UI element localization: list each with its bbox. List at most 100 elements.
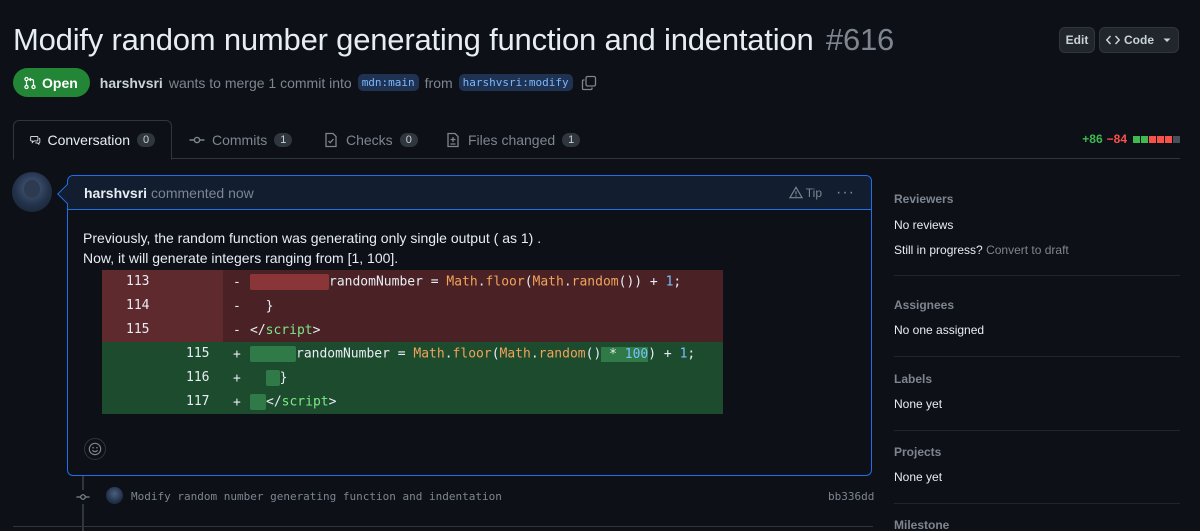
- pr-title: Modify random number generating function…: [13, 22, 814, 57]
- diffstat-block: [1133, 135, 1140, 143]
- diff-line-number: 115: [102, 318, 223, 342]
- alert-icon: [788, 186, 803, 199]
- diff-code: randomNumber = Math.floor(Math.random() …: [250, 346, 695, 362]
- tab-count: 0: [399, 133, 418, 147]
- comment-line-1: Previously, the random function was gene…: [83, 230, 542, 246]
- tip-link[interactable]: Tip: [788, 185, 823, 200]
- diff-code: </script>: [250, 322, 321, 338]
- diff-row-deleted: 113 - randomNumber = Math.floor(Math.ran…: [102, 270, 723, 294]
- projects-heading[interactable]: Projects: [894, 445, 1180, 459]
- pr-title-row: Modify random number generating function…: [13, 22, 894, 58]
- file-diff-icon: [447, 132, 459, 148]
- tab-commits[interactable]: Commits 1: [173, 120, 308, 160]
- tab-checks[interactable]: Checks 0: [307, 120, 434, 160]
- head-branch[interactable]: harshvsri:modify: [458, 74, 573, 91]
- commit-sha-link[interactable]: bb336dd: [828, 490, 874, 503]
- tab-label: Conversation: [47, 132, 131, 148]
- tip-label: Tip: [805, 185, 823, 200]
- diff-sign: -: [233, 322, 241, 338]
- convert-to-draft-link[interactable]: Convert to draft: [986, 243, 1069, 257]
- comment-header: harshvsri commented now Tip ···: [68, 176, 871, 210]
- pr-author-link[interactable]: harshvsri: [100, 75, 163, 91]
- redacted-block: [250, 346, 296, 362]
- diff-line-number: 115: [102, 342, 223, 366]
- merge-text: wants to merge 1 commit into: [168, 74, 352, 91]
- progress-question: Still in progress?: [894, 243, 983, 257]
- from-text: from: [424, 74, 453, 91]
- diff-sign: +: [233, 370, 241, 386]
- base-branch[interactable]: mdn:main: [357, 74, 419, 91]
- tab-files-changed[interactable]: Files changed 1: [429, 120, 596, 160]
- commit-message-link[interactable]: Modify random number generating function…: [131, 490, 502, 503]
- code-icon: [1106, 35, 1120, 45]
- reviewers-heading[interactable]: Reviewers: [894, 192, 1180, 206]
- redacted-block: [250, 394, 266, 410]
- tab-conversation[interactable]: Conversation 0: [13, 120, 172, 160]
- edit-button[interactable]: Edit: [1059, 27, 1095, 53]
- redacted-block: [265, 370, 280, 386]
- labels-heading[interactable]: Labels: [894, 372, 1180, 386]
- diffstat-block: [1157, 135, 1164, 143]
- commit-node-icon: [76, 490, 90, 504]
- comment-action: commented now: [151, 184, 254, 201]
- comment-icon: [30, 135, 41, 146]
- diff-row-deleted: 114 - }: [102, 294, 723, 318]
- comment-body: Previously, the random function was gene…: [68, 210, 871, 268]
- diff-image: 113 - randomNumber = Math.floor(Math.ran…: [102, 270, 723, 414]
- pull-request-icon: [24, 76, 36, 89]
- code-button-label: Code: [1124, 33, 1154, 47]
- state-label: Open: [42, 74, 78, 91]
- diffstat-block: [1173, 135, 1180, 143]
- diff-code: }: [250, 370, 287, 386]
- diff-sign: -: [233, 298, 241, 314]
- comment-line-2: Now, it will generate integers ranging f…: [83, 250, 399, 266]
- diff-row-inserted: 116 + }: [102, 366, 723, 390]
- commit-author-avatar[interactable]: [106, 487, 123, 504]
- chevron-down-icon: [1163, 38, 1171, 42]
- diff-code: }: [265, 298, 274, 314]
- state-badge: Open: [13, 68, 90, 97]
- commit-icon: [189, 136, 205, 144]
- sidebar-projects: Projects None yet: [894, 445, 1180, 484]
- tab-count: 1: [562, 133, 581, 147]
- milestone-heading[interactable]: Milestone: [894, 518, 1180, 531]
- projects-value: None yet: [894, 470, 943, 484]
- tab-label: Files changed: [468, 132, 556, 148]
- sidebar-divider: [894, 275, 1180, 276]
- checklist-icon: [325, 132, 337, 148]
- more-options-icon[interactable]: ···: [836, 184, 855, 202]
- tab-label: Checks: [346, 132, 393, 148]
- diff-sign: +: [233, 394, 241, 410]
- draft-status: Still in progress? Convert to draft: [894, 243, 1180, 257]
- pr-number: #616: [825, 22, 895, 57]
- comment-author[interactable]: harshvsri: [84, 185, 147, 201]
- sidebar-assignees: Assignees No one assigned: [894, 298, 1180, 337]
- edit-button-label: Edit: [1065, 33, 1089, 47]
- assignees-value: No one assigned: [894, 323, 985, 337]
- diff-row-deleted: 115 - </script>: [102, 318, 723, 342]
- labels-value: None yet: [894, 397, 943, 411]
- tab-label: Commits: [212, 132, 268, 148]
- diff-sign: +: [233, 346, 241, 362]
- diff-row-inserted: 117 + </script>: [102, 390, 723, 414]
- tab-count: 0: [137, 133, 155, 147]
- diff-line-number: 113: [102, 270, 223, 294]
- copy-icon[interactable]: [581, 75, 597, 91]
- diffstat-additions: +86: [1082, 132, 1103, 146]
- author-avatar[interactable]: [12, 172, 52, 212]
- sidebar-reviewers: Reviewers No reviews Still in progress? …: [894, 192, 1180, 257]
- redacted-block: [250, 274, 329, 290]
- sidebar-milestone: Milestone: [894, 518, 1180, 531]
- diff-code: randomNumber = Math.floor(Math.random())…: [250, 274, 681, 290]
- diffstat-deletions: −84: [1106, 132, 1127, 146]
- diff-code: </script>: [250, 394, 336, 410]
- code-button[interactable]: Code: [1099, 27, 1179, 53]
- divider: [13, 526, 873, 527]
- sidebar-divider: [894, 503, 1180, 504]
- add-reaction-button[interactable]: [84, 438, 106, 460]
- assignees-heading[interactable]: Assignees: [894, 298, 1180, 312]
- diffstat-block: [1165, 135, 1172, 143]
- diffstat-block: [1141, 135, 1148, 143]
- diff-sign: -: [233, 274, 241, 290]
- diffstat-blocks: [1133, 135, 1180, 143]
